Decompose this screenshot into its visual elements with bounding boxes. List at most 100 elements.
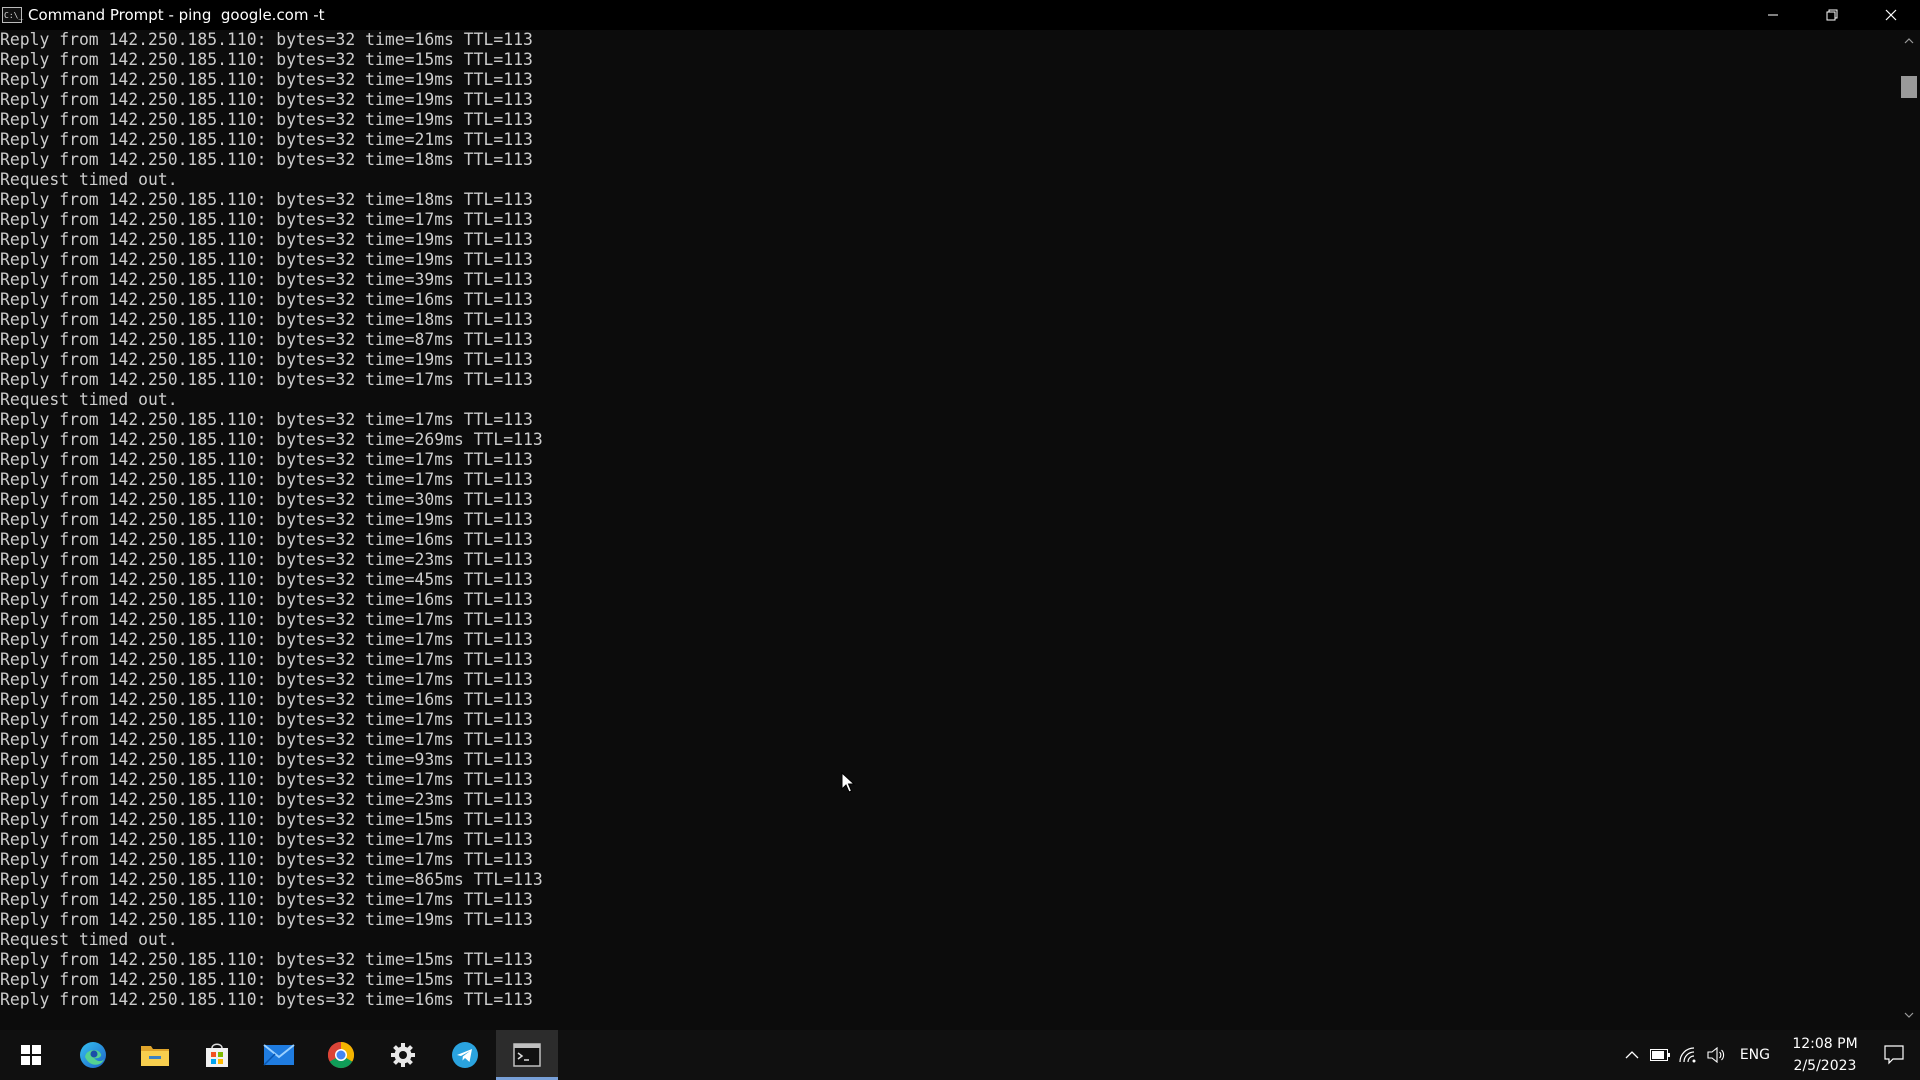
console-line: Reply from 142.250.185.110: bytes=32 tim…: [0, 350, 533, 369]
console-line: Reply from 142.250.185.110: bytes=32 tim…: [0, 110, 533, 129]
console-line: Reply from 142.250.185.110: bytes=32 tim…: [0, 690, 533, 709]
chevron-up-icon: [1625, 1051, 1639, 1059]
telegram-icon: [452, 1042, 478, 1068]
scroll-up-arrow-icon: [1904, 38, 1914, 44]
scroll-down-arrow-icon: [1904, 1012, 1914, 1018]
cmd-icon: C:\_: [2, 7, 23, 23]
start-button[interactable]: [0, 1030, 62, 1080]
taskbar-app-file-explorer[interactable]: [124, 1030, 186, 1080]
console-line: Reply from 142.250.185.110: bytes=32 tim…: [0, 730, 533, 749]
console-line: Reply from 142.250.185.110: bytes=32 tim…: [0, 830, 533, 849]
console-line: Reply from 142.250.185.110: bytes=32 tim…: [0, 50, 533, 69]
console-line: Reply from 142.250.185.110: bytes=32 tim…: [0, 890, 533, 909]
system-tray: ENG 12:08 PM 2/5/2023: [1618, 1030, 1920, 1080]
gear-icon: [391, 1043, 415, 1067]
speaker-icon: [1707, 1047, 1724, 1063]
console-line: Reply from 142.250.185.110: bytes=32 tim…: [0, 330, 533, 349]
chrome-icon: [327, 1041, 355, 1069]
cmd-icon: [513, 1043, 541, 1067]
scroll-up-button[interactable]: [1898, 32, 1920, 50]
mouse-pointer-icon: [841, 772, 855, 793]
window-controls: [1743, 0, 1920, 30]
console-line: Reply from 142.250.185.110: bytes=32 tim…: [0, 670, 533, 689]
notification-icon: [1884, 1045, 1904, 1065]
notification-center-button[interactable]: [1868, 1030, 1920, 1080]
taskbar-app-mail[interactable]: [248, 1030, 310, 1080]
console-line: Reply from 142.250.185.110: bytes=32 tim…: [0, 490, 533, 509]
console-line: Reply from 142.250.185.110: bytes=32 tim…: [0, 590, 533, 609]
close-button[interactable]: [1861, 0, 1920, 30]
console-line: Reply from 142.250.185.110: bytes=32 tim…: [0, 270, 533, 289]
console-line: Reply from 142.250.185.110: bytes=32 tim…: [0, 230, 533, 249]
console-line: Reply from 142.250.185.110: bytes=32 tim…: [0, 870, 543, 889]
taskbar-app-chrome[interactable]: [310, 1030, 372, 1080]
store-bag-icon: [206, 1043, 228, 1067]
console-line: Reply from 142.250.185.110: bytes=32 tim…: [0, 130, 533, 149]
console-line: Reply from 142.250.185.110: bytes=32 tim…: [0, 790, 533, 809]
console-line: Request timed out.: [0, 170, 178, 189]
console-line: Reply from 142.250.185.110: bytes=32 tim…: [0, 810, 533, 829]
close-icon: [1885, 9, 1896, 21]
restore-icon: [1826, 9, 1837, 21]
console-line: Reply from 142.250.185.110: bytes=32 tim…: [0, 210, 533, 229]
restore-button[interactable]: [1802, 0, 1861, 30]
console-line: Reply from 142.250.185.110: bytes=32 tim…: [0, 310, 533, 329]
taskbar-app-settings[interactable]: [372, 1030, 434, 1080]
minimize-icon: [1767, 14, 1778, 16]
console-line: Reply from 142.250.185.110: bytes=32 tim…: [0, 570, 533, 589]
console-line: Reply from 142.250.185.110: bytes=32 tim…: [0, 650, 533, 669]
windows-start-icon: [21, 1045, 41, 1065]
input-language[interactable]: ENG: [1730, 1047, 1782, 1063]
taskbar-app-command-prompt[interactable]: [496, 1030, 558, 1080]
console-line: Reply from 142.250.185.110: bytes=32 tim…: [0, 410, 533, 429]
vertical-scrollbar[interactable]: [1898, 30, 1920, 1026]
console-line: Reply from 142.250.185.110: bytes=32 tim…: [0, 750, 533, 769]
console-output[interactable]: Reply from 142.250.185.110: bytes=32 tim…: [0, 30, 1898, 1026]
console-line: Reply from 142.250.185.110: bytes=32 tim…: [0, 530, 533, 549]
console-line: Reply from 142.250.185.110: bytes=32 tim…: [0, 70, 533, 89]
console-line: Reply from 142.250.185.110: bytes=32 tim…: [0, 770, 533, 789]
console-line: Reply from 142.250.185.110: bytes=32 tim…: [0, 290, 533, 309]
console-line: Reply from 142.250.185.110: bytes=32 tim…: [0, 150, 533, 169]
volume-button[interactable]: [1702, 1030, 1730, 1080]
console-line: Reply from 142.250.185.110: bytes=32 tim…: [0, 190, 533, 209]
console-line: Reply from 142.250.185.110: bytes=32 tim…: [0, 450, 533, 469]
taskbar-app-store[interactable]: [186, 1030, 248, 1080]
console-line: Reply from 142.250.185.110: bytes=32 tim…: [0, 370, 533, 389]
console-line: Reply from 142.250.185.110: bytes=32 tim…: [0, 610, 533, 629]
console-line: Request timed out.: [0, 390, 178, 409]
wifi-icon: [1679, 1047, 1696, 1063]
taskbar: ENG 12:08 PM 2/5/2023: [0, 1030, 1920, 1080]
window-title: Command Prompt - ping google.com -t: [28, 6, 325, 24]
taskbar-app-telegram[interactable]: [434, 1030, 496, 1080]
console-line: Reply from 142.250.185.110: bytes=32 tim…: [0, 970, 533, 989]
scroll-thumb[interactable]: [1901, 76, 1917, 98]
console-line: Reply from 142.250.185.110: bytes=32 tim…: [0, 630, 533, 649]
console-line: Request timed out.: [0, 930, 178, 949]
console-line: Reply from 142.250.185.110: bytes=32 tim…: [0, 850, 533, 869]
mail-envelope-icon: [263, 1044, 295, 1066]
minimize-button[interactable]: [1743, 0, 1802, 30]
console-line: Reply from 142.250.185.110: bytes=32 tim…: [0, 30, 533, 49]
console-text: Reply from 142.250.185.110: bytes=32 tim…: [0, 30, 543, 1010]
console-line: Reply from 142.250.185.110: bytes=32 tim…: [0, 470, 533, 489]
console-line: Reply from 142.250.185.110: bytes=32 tim…: [0, 250, 533, 269]
console-line: Reply from 142.250.185.110: bytes=32 tim…: [0, 430, 543, 449]
console-line: Reply from 142.250.185.110: bytes=32 tim…: [0, 90, 533, 109]
taskbar-app-edge[interactable]: [62, 1030, 124, 1080]
title-bar[interactable]: C:\_ Command Prompt - ping google.com -t: [0, 0, 1920, 30]
console-line: Reply from 142.250.185.110: bytes=32 tim…: [0, 990, 533, 1009]
scroll-down-button[interactable]: [1898, 1006, 1920, 1024]
battery-icon: [1649, 1049, 1670, 1061]
network-button[interactable]: [1674, 1030, 1702, 1080]
clock[interactable]: 12:08 PM 2/5/2023: [1782, 1033, 1868, 1077]
console-line: Reply from 142.250.185.110: bytes=32 tim…: [0, 510, 533, 529]
console-line: Reply from 142.250.185.110: bytes=32 tim…: [0, 910, 533, 929]
clock-date: 2/5/2023: [1793, 1058, 1857, 1074]
clock-time: 12:08 PM: [1792, 1036, 1858, 1052]
console-line: Reply from 142.250.185.110: bytes=32 tim…: [0, 710, 533, 729]
console-line: Reply from 142.250.185.110: bytes=32 tim…: [0, 950, 533, 969]
show-hidden-icons-button[interactable]: [1618, 1030, 1646, 1080]
battery-button[interactable]: [1646, 1030, 1674, 1080]
console-line: Reply from 142.250.185.110: bytes=32 tim…: [0, 550, 533, 569]
